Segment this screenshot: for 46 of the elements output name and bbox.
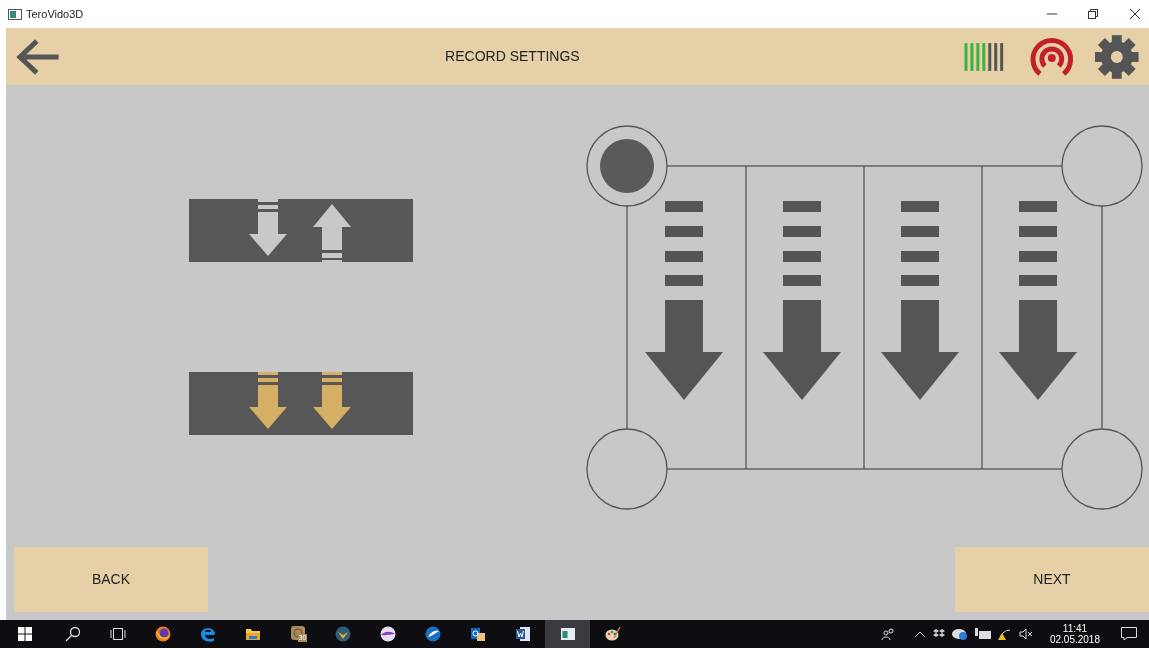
close-icon[interactable] — [1130, 9, 1140, 19]
page-title: RECORD SETTINGS — [444, 47, 581, 66]
wifi-warning-icon[interactable] — [997, 628, 1012, 640]
corner-handle[interactable] — [1061, 428, 1143, 510]
cloud-icon[interactable] — [951, 628, 968, 640]
clock-time: 11:41 — [1062, 623, 1088, 634]
task-view-icon[interactable] — [109, 626, 126, 642]
chevron-up-icon[interactable] — [913, 630, 926, 638]
palette-icon[interactable] — [604, 626, 621, 642]
start-icon[interactable] — [17, 626, 33, 642]
folder-icon[interactable] — [244, 626, 261, 642]
next-button[interactable]: NEXT — [955, 547, 1149, 612]
clock-date: 02.05.2018 — [1049, 634, 1100, 645]
people-icon[interactable] — [880, 628, 895, 640]
corner-handle[interactable] — [586, 125, 668, 207]
down-arrow-icon — [249, 372, 287, 429]
search-icon[interactable] — [64, 626, 81, 642]
corner-handle[interactable] — [1061, 125, 1143, 207]
app-icon — [8, 8, 22, 20]
window-title: TeroVido3D — [26, 6, 84, 22]
swirl-icon[interactable] — [379, 626, 396, 642]
e-browser-icon[interactable] — [199, 626, 216, 642]
down-arrow-icon — [763, 201, 841, 400]
fox-globe-icon[interactable] — [154, 626, 171, 642]
app-window-icon[interactable] — [559, 626, 576, 642]
sphere-icon[interactable] — [424, 626, 441, 642]
mail-app-icon[interactable] — [469, 626, 486, 642]
signal-bars-icon — [964, 42, 1004, 71]
settings-icon[interactable] — [1094, 33, 1140, 80]
down-arrow-icon — [881, 201, 959, 400]
mode-option[interactable] — [189, 199, 413, 262]
corner-handle[interactable] — [586, 428, 668, 510]
up-arrow-icon — [313, 204, 351, 262]
down-arrow-icon — [249, 199, 287, 256]
network-icon[interactable] — [974, 628, 991, 640]
back-button[interactable]: BACK — [14, 547, 208, 612]
document-app-icon[interactable] — [514, 626, 531, 642]
speaker-muted-icon[interactable] — [1018, 628, 1033, 640]
notification-icon[interactable] — [1121, 627, 1137, 641]
restore-icon[interactable] — [1088, 9, 1098, 19]
down-arrow-icon — [999, 201, 1077, 400]
down-arrow-icon — [313, 372, 351, 429]
back-arrow-icon[interactable] — [15, 38, 61, 75]
broadcast-icon[interactable] — [1028, 35, 1075, 78]
mode-option[interactable] — [189, 372, 413, 435]
down-arrow-icon — [645, 201, 723, 400]
